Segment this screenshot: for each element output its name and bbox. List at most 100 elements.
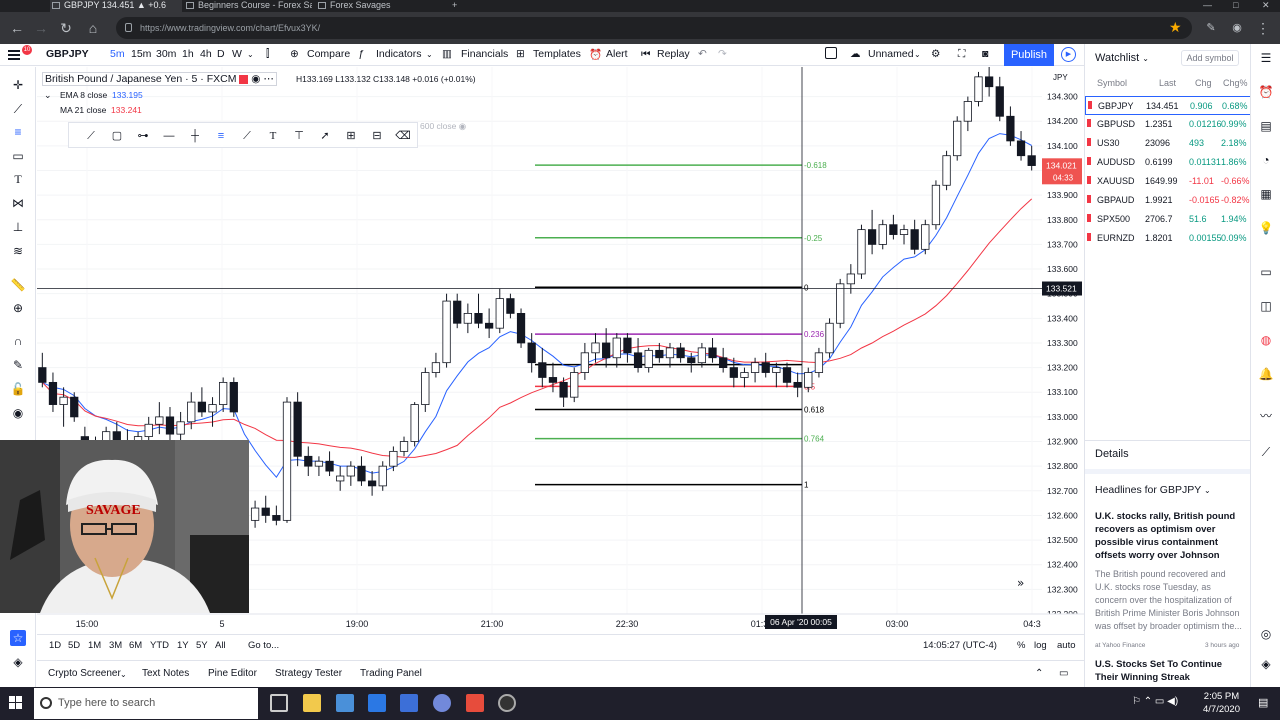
discord-icon[interactable] <box>433 694 451 712</box>
news-item[interactable]: U.K. stocks rally, British pound recover… <box>1095 510 1245 633</box>
minimize-icon[interactable]: — <box>1203 0 1212 10</box>
symbol-title[interactable]: British Pound / Japanese Yen · 5 · FXCM … <box>42 72 277 86</box>
close-icon[interactable]: ✕ <box>1262 0 1270 11</box>
file-explorer-icon[interactable] <box>303 694 321 712</box>
brush-icon[interactable]: ⟋ <box>239 128 255 144</box>
watchlist-title[interactable]: Watchlist ⌄ <box>1095 52 1149 64</box>
pointer-icon[interactable]: ➚ <box>317 128 333 144</box>
hidden-indicator-legend[interactable]: 600 close ◉ <box>420 121 466 132</box>
col-symbol[interactable]: Symbol <box>1097 78 1127 88</box>
layout-name[interactable]: Unnamed <box>868 48 914 60</box>
range-3m[interactable]: 3M <box>109 640 122 651</box>
chats-icon[interactable]: ▭ <box>1258 264 1274 280</box>
indicators-button[interactable]: Indicators <box>376 48 422 60</box>
watchlist-icon[interactable]: ☰ <box>1258 50 1274 66</box>
settings-gear-icon[interactable]: ⚙ <box>931 48 940 60</box>
reload-icon[interactable]: ↻ <box>57 19 75 37</box>
notifications-bell-icon[interactable]: 🔔 <box>1258 366 1274 382</box>
watchlist-row[interactable]: GBPUSD 1.2351 0.01216 0.99% <box>1085 115 1251 134</box>
cross-line-icon[interactable]: ┼ <box>187 128 203 144</box>
flag-icon[interactable] <box>1088 101 1092 109</box>
headlines-title[interactable]: Headlines for GBPJPY ⌄ <box>1095 484 1211 496</box>
back-icon[interactable]: ← <box>8 19 26 37</box>
snapshot-camera-icon[interactable]: ◙ <box>982 48 988 60</box>
watchlist-row[interactable]: AUDUSD 0.6199 0.01131 1.86% <box>1085 153 1251 172</box>
col-chg[interactable]: Chg <box>1195 78 1212 88</box>
scroll-to-realtime-icon[interactable]: » <box>1017 576 1024 590</box>
watchlist-row[interactable]: GBPAUD 1.9921 -0.0165 -0.82% <box>1085 191 1251 210</box>
help-icon[interactable]: ◎ <box>1258 626 1274 642</box>
interval-d[interactable]: D <box>217 48 225 60</box>
bookmark-star-icon[interactable]: ★ <box>1169 19 1182 36</box>
rect-tool-icon[interactable]: ▢ <box>109 128 125 144</box>
log-scale-toggle[interactable]: log <box>1034 640 1047 651</box>
watchlist-dropdown-icon[interactable]: ⌄ <box>1142 54 1149 63</box>
tab-trading-panel[interactable]: Trading Panel <box>360 668 422 679</box>
forward-icon[interactable]: → <box>32 19 50 37</box>
interval-w[interactable]: W <box>232 48 242 60</box>
range-1d[interactable]: 1D <box>49 640 61 651</box>
mail-icon[interactable] <box>368 694 386 712</box>
tab-strategy-tester[interactable]: Strategy Tester <box>275 668 342 679</box>
extension-icon[interactable]: ✎ <box>1202 19 1220 37</box>
flag-icon[interactable] <box>1087 233 1091 241</box>
collapse-panel-icon[interactable]: ⌃ <box>1035 668 1043 679</box>
crypto-screener-dropdown-icon[interactable]: ⌄ <box>120 670 127 679</box>
prediction-icon[interactable]: ⊥ <box>10 219 26 235</box>
hotlist-icon[interactable]: ◔ <box>1258 152 1274 168</box>
interval-1h[interactable]: 1h <box>182 48 194 60</box>
trendline-icon[interactable]: ⟋ <box>10 101 26 117</box>
time-axis[interactable] <box>37 614 1084 634</box>
goto-date-button[interactable]: Go to... <box>248 640 279 651</box>
recorder-icon[interactable] <box>466 694 484 712</box>
range-all[interactable]: All <box>215 640 226 651</box>
new-tab-icon[interactable]: + <box>452 0 457 10</box>
dom-icon[interactable]: ⟋ <box>1258 444 1274 460</box>
headlines-dropdown-icon[interactable]: ⌄ <box>1204 486 1211 495</box>
eraser-icon[interactable]: ⌫ <box>395 128 411 144</box>
tray-icons[interactable]: ⚐ ⌃ ▭ ◀) <box>1132 696 1178 707</box>
pattern-icon[interactable]: ⋈ <box>10 195 26 211</box>
indicators-dropdown-icon[interactable]: ⌄ <box>426 50 433 59</box>
browser-menu-icon[interactable]: ⋮ <box>1254 19 1272 37</box>
interval-4h[interactable]: 4h <box>200 48 212 60</box>
horizontal-line-icon[interactable]: — <box>161 128 177 144</box>
templates-button[interactable]: Templates <box>533 48 581 60</box>
range-5y[interactable]: 5Y <box>196 640 208 651</box>
play-icon[interactable]: ▶ <box>1061 47 1076 62</box>
col-last[interactable]: Last <box>1159 78 1176 88</box>
browser-tab[interactable]: Beginners Course - Forex Sa <box>184 0 312 12</box>
compare-button[interactable]: Compare <box>307 48 350 60</box>
icons-tool-icon[interactable]: ≋ <box>10 243 26 259</box>
flag-icon[interactable] <box>1087 157 1091 165</box>
flag-icon[interactable] <box>1087 195 1091 203</box>
watchlist-row[interactable]: SPX500 2706.7 51.6 1.94% <box>1085 210 1251 229</box>
redo-icon[interactable]: ↷ <box>718 48 727 60</box>
data-window-icon[interactable]: ▤ <box>1258 118 1274 134</box>
chrome-icon[interactable] <box>498 694 516 712</box>
interval-5m[interactable]: 5m <box>110 48 125 60</box>
price-axis[interactable] <box>1042 67 1084 634</box>
col-chg-pct[interactable]: Chg% <box>1223 78 1248 88</box>
layout-dropdown-icon[interactable]: ⌄ <box>914 50 921 59</box>
publish-button[interactable]: Publish <box>1004 44 1054 66</box>
short-position-icon[interactable]: ⊟ <box>369 128 385 144</box>
alerts-clock-icon[interactable]: ⏰ <box>1258 84 1274 100</box>
lock-drawings-icon[interactable]: 🔓 <box>10 381 26 397</box>
interval-dropdown-icon[interactable]: ⌄ <box>247 50 254 59</box>
candle-type-icon[interactable]: ⫿ <box>266 48 269 61</box>
layout-icon[interactable] <box>825 47 837 59</box>
range-ytd[interactable]: YTD <box>150 640 169 651</box>
browser-tab-active[interactable]: GBPJPY 134.451 ▲ +0.6 <box>50 0 182 12</box>
undo-icon[interactable]: ↶ <box>698 48 707 60</box>
app-icon[interactable] <box>400 694 418 712</box>
ideas-bulb-icon[interactable]: 💡 <box>1258 220 1274 236</box>
flag-icon[interactable] <box>239 74 249 84</box>
collapse-legend-icon[interactable]: ⌄ <box>44 90 52 101</box>
flag-icon[interactable] <box>1087 138 1091 146</box>
crosshair-icon[interactable]: ✛ <box>10 77 26 93</box>
chat-icon[interactable]: ◍ <box>1258 332 1274 348</box>
layers-icon[interactable]: ◈ <box>1258 656 1274 672</box>
taskbar-clock[interactable]: 2:05 PM 4/7/2020 <box>1203 690 1240 716</box>
tab-text-notes[interactable]: Text Notes <box>142 668 189 679</box>
